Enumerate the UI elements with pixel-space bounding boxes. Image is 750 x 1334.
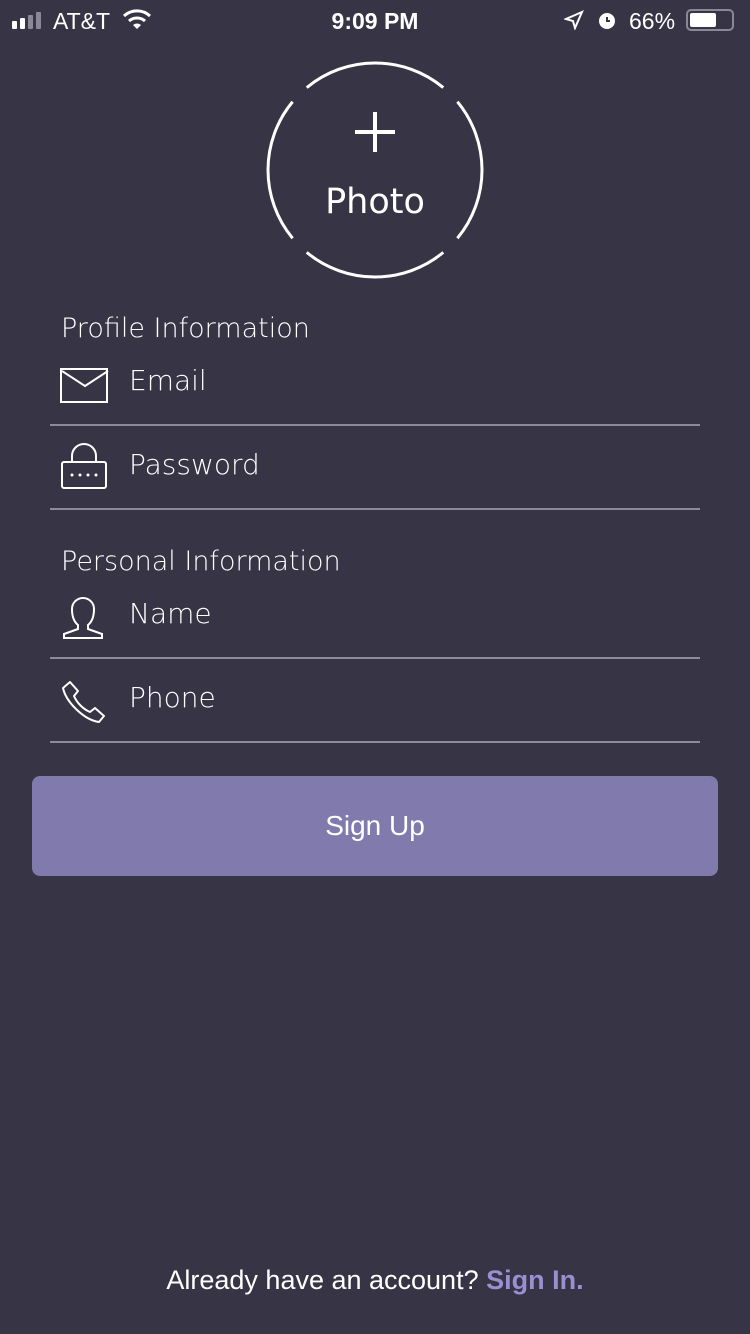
phone-icon <box>62 681 105 723</box>
person-icon <box>63 597 103 639</box>
email-field[interactable]: Email <box>50 342 700 426</box>
name-placeholder: Name <box>129 597 212 630</box>
personal-heading: Personal Information <box>61 546 341 577</box>
footer: Already have an account? Sign In. <box>0 1265 750 1296</box>
photo-label: Photo <box>325 182 425 222</box>
status-bar: AT&T 9:09 PM 66% <box>0 0 750 40</box>
name-field[interactable]: Name <box>50 575 700 659</box>
location-icon <box>564 10 584 30</box>
sign-in-prompt: Already have an account? <box>166 1265 479 1295</box>
password-field[interactable]: Password <box>50 426 700 510</box>
sign-in-link[interactable]: Sign In. <box>486 1265 584 1295</box>
sign-up-button[interactable]: Sign Up <box>32 776 718 876</box>
battery-icon <box>686 9 734 31</box>
email-placeholder: Email <box>129 364 207 397</box>
password-placeholder: Password <box>129 448 260 481</box>
add-photo-button[interactable] <box>265 60 485 280</box>
phone-placeholder: Phone <box>129 681 216 714</box>
battery-percent: 66% <box>629 8 676 34</box>
profile-heading: Profile Information <box>61 313 310 344</box>
plus-icon <box>355 112 395 152</box>
phone-field[interactable]: Phone <box>50 659 700 743</box>
lock-icon <box>61 443 107 489</box>
alarm-icon <box>599 13 615 29</box>
envelope-icon <box>60 368 109 403</box>
